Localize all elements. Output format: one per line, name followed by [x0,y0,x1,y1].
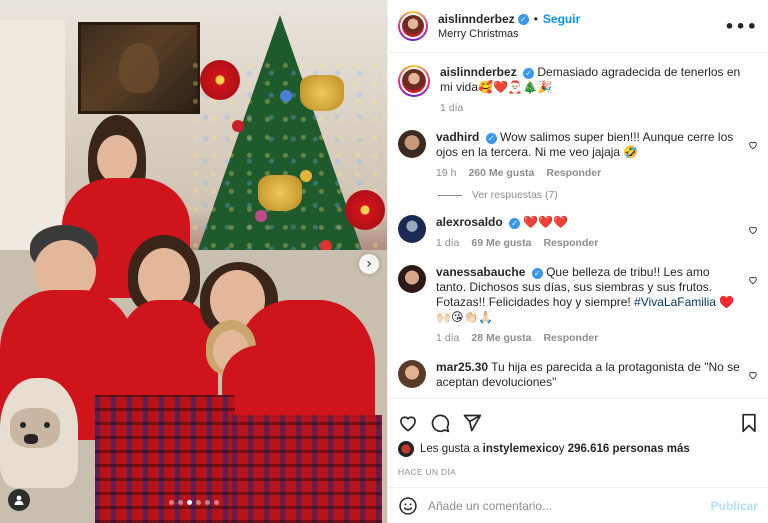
carousel-dot [186,500,192,505]
bulldog [0,378,78,488]
comment-time[interactable]: 19 h [436,166,456,181]
liker-avatar[interactable] [398,441,414,457]
carousel-dots [0,500,387,505]
view-replies-label[interactable]: Ver respuestas (7) [472,189,558,201]
likes-middle: y [558,443,565,455]
carousel-dot [213,500,219,505]
comment-composer: Publicar [388,487,768,523]
comment-likes[interactable]: 28 Me gusta [471,331,531,346]
comment-likes[interactable]: 260 Me gusta [468,166,534,181]
carousel-dot [204,500,210,505]
gold-bow [300,75,344,111]
post-actions: Les gusta a instylemexico y 296.616 pers… [388,398,768,487]
reply-button[interactable]: Responder [546,166,601,181]
publish-button[interactable]: Publicar [711,499,758,513]
poinsettia [200,60,240,100]
caption-time[interactable]: 1 día [440,101,463,116]
view-replies-button[interactable]: Ver respuestas (7) [438,189,758,201]
caption: aislinnderbez ✓ Demasiado agradecida de … [398,65,758,116]
post-photo[interactable]: › [0,0,387,523]
comment-username[interactable]: vadhird [436,130,479,144]
verified-badge-icon: ✓ [509,218,521,229]
carousel-dot [168,500,174,505]
comment-text: Wow salimos super bien!!! Aunque cerre l… [436,130,734,159]
comment-text: ❤️❤️❤️ [523,215,569,229]
comment-heart-icon[interactable] [748,225,758,235]
heart-icon[interactable] [398,413,418,433]
emoji-icon[interactable] [398,496,418,516]
comment-hashtag[interactable]: #VivaLaFamilia [634,295,716,309]
comment-time[interactable]: 1 día [436,331,459,346]
carousel-dot [195,500,201,505]
comment-heart-icon[interactable] [748,370,758,380]
ornament [232,120,244,132]
author-username[interactable]: aislinnderbez [438,12,515,26]
comment-time[interactable]: 1 día [436,236,459,251]
comment-item: mar25.30 Tu hija es parecida a la protag… [398,360,758,390]
comment-heart-icon[interactable] [748,275,758,285]
post-header: aislinnderbez ✓ • Seguir Merry Christmas… [388,0,768,53]
author-avatar[interactable] [398,11,428,41]
reply-button[interactable]: Responder [543,331,598,346]
caption-username[interactable]: aislinnderbez [440,65,517,79]
likes-count[interactable]: 296.616 personas más [568,443,690,455]
likes-summary[interactable]: Les gusta a instylemexico y 296.616 pers… [398,441,758,457]
liker-username[interactable]: instylemexico [483,443,559,455]
commenter-avatar[interactable] [398,265,426,293]
ornament [300,170,312,182]
comment-item: vadhird ✓ Wow salimos super bien!!! Aunq… [398,130,758,181]
pajama-pants [232,415,382,523]
commenter-avatar[interactable] [398,130,426,158]
comment-item: alexrosaldo ✓ ❤️❤️❤️ 1 día 69 Me gusta R… [398,215,758,251]
post-modal: › aislinnderbez ✓ • Seguir Merry Christm… [0,0,768,523]
comment-icon[interactable] [430,413,450,433]
poinsettia [345,190,385,230]
post-timestamp[interactable]: HACE UN DÍA [398,467,758,477]
comment-heart-icon[interactable] [748,140,758,150]
reply-button[interactable]: Responder [543,236,598,251]
verified-badge-icon: ✓ [517,13,529,25]
comment-likes[interactable]: 69 Me gusta [471,236,531,251]
comment-username[interactable]: vanessabauche [436,265,525,279]
author-avatar[interactable] [398,65,430,97]
follow-button[interactable]: Seguir [543,12,580,26]
verified-badge-icon: ✓ [485,133,497,144]
separator-dot: • [533,12,538,26]
gold-bow [258,175,302,211]
bookmark-icon[interactable] [740,413,758,433]
post-details-panel: aislinnderbez ✓ • Seguir Merry Christmas… [387,0,768,523]
commenter-avatar[interactable] [398,360,426,388]
chevron-right-icon[interactable]: › [359,254,379,274]
commenter-avatar[interactable] [398,215,426,243]
likes-prefix: Les gusta a [420,443,480,455]
more-options-icon[interactable]: ••• [724,17,758,36]
comment-item: vanessabauche ✓ Que belleza de tribu!! L… [398,265,758,346]
carousel-dot [177,500,183,505]
comment-username[interactable]: alexrosaldo [436,215,503,229]
ornament [255,210,267,222]
comment-input[interactable] [428,498,711,513]
ornament [280,90,292,102]
comment-username[interactable]: mar25.30 [436,360,488,374]
comments-list[interactable]: aislinnderbez ✓ Demasiado agradecida de … [388,53,768,398]
paper-plane-icon[interactable] [462,413,482,433]
post-location[interactable]: Merry Christmas [438,28,724,40]
verified-badge-icon: ✓ [523,68,535,79]
verified-badge-icon: ✓ [531,268,543,279]
